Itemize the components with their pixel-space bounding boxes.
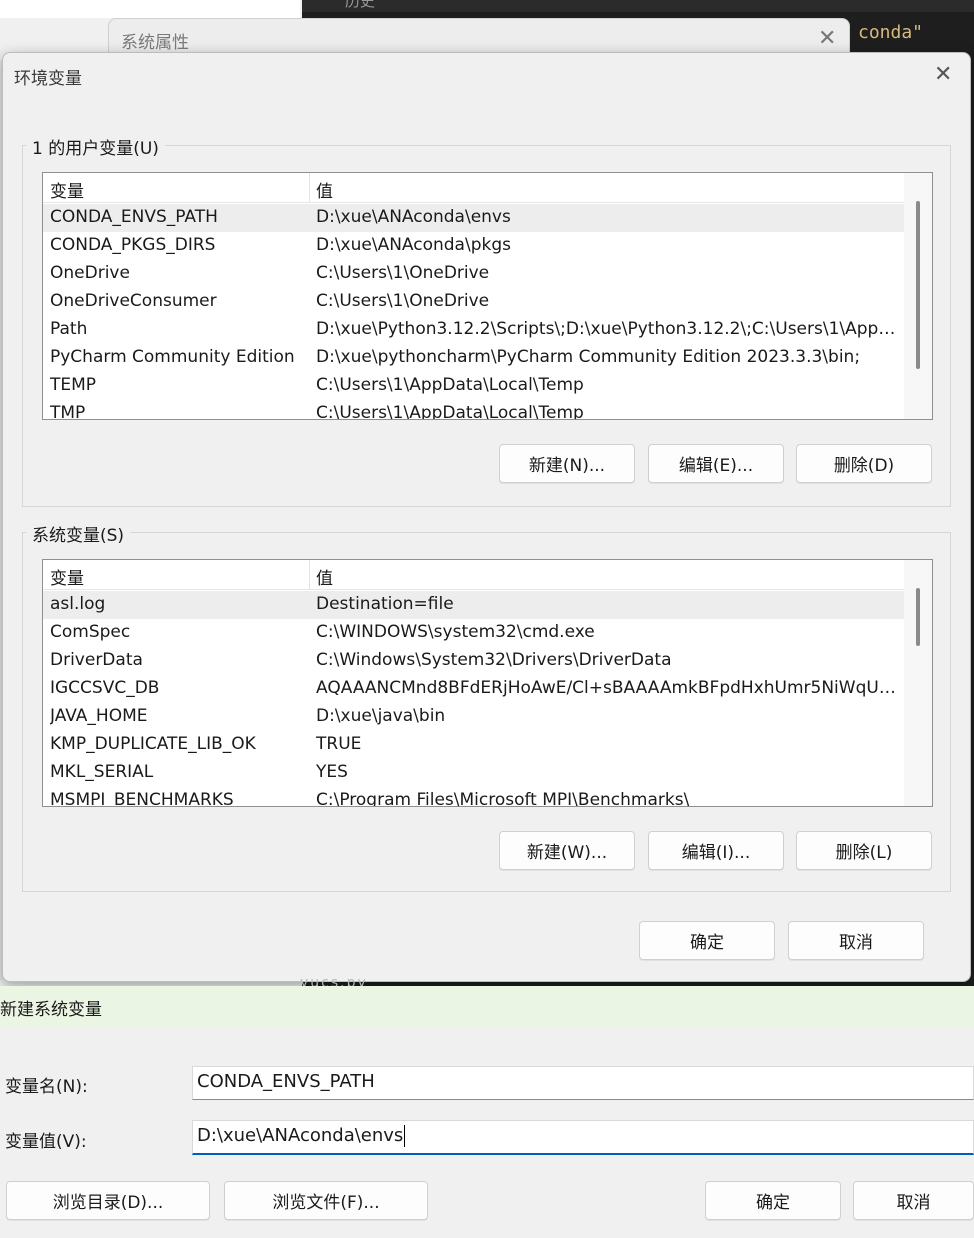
variable-value: C:\Users\1\OneDrive — [316, 291, 490, 311]
variable-name: PyCharm Community Edition — [50, 347, 295, 367]
variable-name: TMP — [50, 403, 86, 420]
variable-name: OneDriveConsumer — [50, 291, 217, 311]
list-item[interactable]: TEMP C:\Users\1\AppData\Local\Temp — [43, 372, 905, 400]
list-item[interactable]: IGCCSVC_DB AQAAANCMnd8BFdERjHoAwE/Cl+sBA… — [43, 675, 905, 703]
variable-name: JAVA_HOME — [50, 706, 148, 726]
system-new-button[interactable]: 新建(W)... — [499, 831, 635, 870]
close-icon[interactable]: ✕ — [934, 62, 952, 87]
text-caret — [404, 1125, 406, 1147]
variable-name: OneDrive — [50, 263, 130, 283]
variable-value: D:\xue\Python3.12.2\Scripts\;D:\xue\Pyth… — [316, 319, 900, 339]
variable-name: ComSpec — [50, 622, 131, 642]
system-variables-list[interactable]: 变量 值 asl.log Destination=file ComSpec C:… — [42, 559, 933, 807]
user-variables-label: 1 的用户变量(U) — [26, 134, 165, 159]
column-divider[interactable] — [309, 173, 310, 203]
dialog-title: 新建系统变量 — [0, 1000, 102, 1020]
variable-name-label: 变量名(N): — [5, 1077, 88, 1097]
new-var-ok-button[interactable]: 确定 — [705, 1181, 841, 1220]
variable-name: MKL_SERIAL — [50, 762, 154, 782]
user-edit-button[interactable]: 编辑(E)... — [648, 444, 784, 483]
list-item[interactable]: asl.log Destination=file — [43, 591, 905, 619]
list-item[interactable]: TMP C:\Users\1\AppData\Local\Temp — [43, 400, 905, 420]
variable-name: DriverData — [50, 650, 143, 670]
dialog-title: 环境变量 — [14, 69, 82, 89]
variable-value: C:\WINDOWS\system32\cmd.exe — [316, 622, 595, 642]
list-header: 变量 值 — [43, 560, 905, 590]
variable-value: C:\Program Files\Microsoft MPI\Benchmark… — [316, 790, 690, 807]
list-item[interactable]: CONDA_PKGS_DIRS D:\xue\ANAconda\pkgs — [43, 232, 905, 260]
column-header-value[interactable]: 值 — [316, 177, 333, 202]
list-item[interactable]: KMP_DUPLICATE_LIB_OK TRUE — [43, 731, 905, 759]
system-properties-title: 系统属性 — [121, 33, 189, 53]
variable-name: KMP_DUPLICATE_LIB_OK — [50, 734, 256, 754]
variable-value: C:\Users\1\AppData\Local\Temp — [316, 403, 584, 420]
variable-value: D:\xue\ANAconda\pkgs — [316, 235, 511, 255]
variable-value-text: D:\xue\ANAconda\envs — [197, 1125, 404, 1146]
list-item[interactable]: OneDrive C:\Users\1\OneDrive — [43, 260, 905, 288]
user-variables-list[interactable]: 变量 值 CONDA_ENVS_PATH D:\xue\ANAconda\env… — [42, 172, 933, 420]
variable-name: asl.log — [50, 594, 106, 614]
background-editor-tabbar — [302, 0, 974, 12]
background-code: conda" — [858, 22, 924, 43]
list-item[interactable]: PyCharm Community Edition D:\xue\pythonc… — [43, 344, 905, 372]
background-window — [0, 0, 300, 18]
column-header-variable[interactable]: 变量 — [50, 564, 84, 589]
variable-value: C:\Windows\System32\Drivers\DriverData — [316, 650, 672, 670]
user-delete-button[interactable]: 删除(D) — [796, 444, 932, 483]
variable-value: AQAAANCMnd8BFdERjHoAwE/Cl+sBAAAAmkBFpdHx… — [316, 678, 900, 698]
new-var-cancel-button[interactable]: 取消 — [853, 1181, 974, 1220]
dialog-titlebar — [0, 986, 974, 1028]
variable-name: CONDA_PKGS_DIRS — [50, 235, 216, 255]
scrollbar-thumb[interactable] — [916, 588, 920, 646]
user-new-button[interactable]: 新建(N)... — [499, 444, 635, 483]
variable-value: Destination=file — [316, 594, 454, 614]
variable-value: C:\Users\1\OneDrive — [316, 263, 490, 283]
system-properties-close-icon[interactable]: ✕ — [818, 26, 836, 51]
list-item[interactable]: MSMPI_BENCHMARKS C:\Program Files\Micros… — [43, 787, 905, 807]
ok-button[interactable]: 确定 — [639, 921, 775, 960]
variable-name: TEMP — [50, 375, 97, 395]
system-variables-label: 系统变量(S) — [26, 521, 131, 546]
variable-value: TRUE — [316, 734, 362, 754]
variable-name: Path — [50, 319, 88, 339]
browse-file-button[interactable]: 浏览文件(F)... — [224, 1181, 428, 1220]
list-item[interactable]: Path D:\xue\Python3.12.2\Scripts\;D:\xue… — [43, 316, 905, 344]
variable-value: D:\xue\ANAconda\envs — [316, 207, 511, 227]
list-item[interactable]: JAVA_HOME D:\xue\java\bin — [43, 703, 905, 731]
browse-directory-button[interactable]: 浏览目录(D)... — [6, 1181, 210, 1220]
column-divider[interactable] — [309, 560, 310, 590]
column-header-value[interactable]: 值 — [316, 564, 333, 589]
variable-value: C:\Users\1\AppData\Local\Temp — [316, 375, 584, 395]
scrollbar[interactable] — [904, 560, 932, 806]
variable-name: CONDA_ENVS_PATH — [50, 207, 218, 227]
system-delete-button[interactable]: 删除(L) — [796, 831, 932, 870]
variable-name-input[interactable]: CONDA_ENVS_PATH — [192, 1066, 974, 1100]
list-item[interactable]: ComSpec C:\WINDOWS\system32\cmd.exe — [43, 619, 905, 647]
variable-value-label: 变量值(V): — [5, 1132, 87, 1152]
cancel-button[interactable]: 取消 — [788, 921, 924, 960]
variable-value: D:\xue\java\bin — [316, 706, 446, 726]
list-item[interactable]: CONDA_ENVS_PATH D:\xue\ANAconda\envs — [43, 204, 905, 232]
list-header: 变量 值 — [43, 173, 905, 203]
variable-value: D:\xue\pythoncharm\PyCharm Community Edi… — [316, 347, 861, 367]
background-tab-text: 历史 — [345, 0, 376, 10]
list-item[interactable]: OneDriveConsumer C:\Users\1\OneDrive — [43, 288, 905, 316]
column-header-variable[interactable]: 变量 — [50, 177, 84, 202]
scrollbar-thumb[interactable] — [916, 201, 920, 369]
list-item[interactable]: MKL_SERIAL YES — [43, 759, 905, 787]
scrollbar[interactable] — [904, 173, 932, 419]
variable-name: MSMPI_BENCHMARKS — [50, 790, 234, 807]
variable-name: IGCCSVC_DB — [50, 678, 160, 698]
system-edit-button[interactable]: 编辑(I)... — [648, 831, 784, 870]
variable-value: YES — [316, 762, 348, 782]
variable-value-input[interactable]: D:\xue\ANAconda\envs — [192, 1120, 974, 1155]
list-item[interactable]: DriverData C:\Windows\System32\Drivers\D… — [43, 647, 905, 675]
